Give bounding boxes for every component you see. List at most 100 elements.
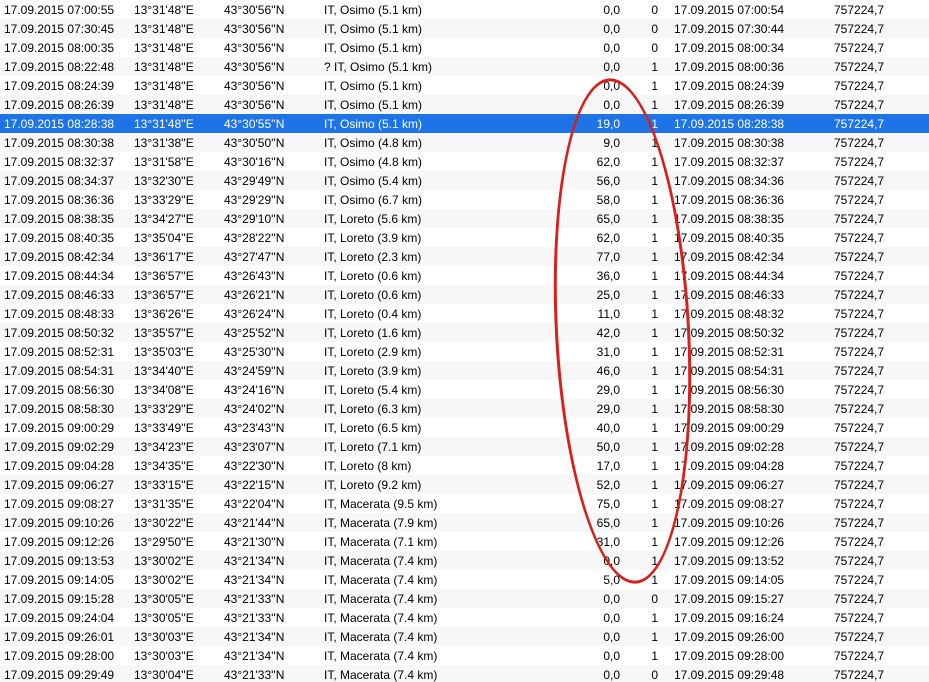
table-row[interactable]: 17.09.2015 09:00:2913°33'49''E43°23'43''… [0,418,929,437]
cell-speed: 52,0 [540,475,630,494]
cell-place: IT, Macerata (7.9 km) [320,513,540,532]
cell-place: IT, Osimo (4.8 km) [320,152,540,171]
table-row[interactable]: 17.09.2015 08:50:3213°35'57''E43°25'52''… [0,323,929,342]
cell-place: IT, Loreto (3.9 km) [320,361,540,380]
cell-place: IT, Macerata (7.4 km) [320,570,540,589]
cell-place: IT, Macerata (7.4 km) [320,589,540,608]
table-row[interactable]: 17.09.2015 08:22:4813°31'48''E43°30'56''… [0,57,929,76]
table-row[interactable]: 17.09.2015 07:00:5513°31'48''E43°30'56''… [0,0,929,19]
cell-speed: 65,0 [540,209,630,228]
table-row[interactable]: 17.09.2015 09:15:2813°30'05''E43°21'33''… [0,589,929,608]
table-row[interactable]: 17.09.2015 08:40:3513°35'04''E43°28'22''… [0,228,929,247]
cell-timestamp2: 17.09.2015 09:16:24 [670,608,830,627]
gps-log-table[interactable]: 17.09.2015 07:00:5513°31'48''E43°30'56''… [0,0,929,682]
cell-speed: 0,0 [540,608,630,627]
cell-timestamp2: 17.09.2015 09:06:27 [670,475,830,494]
table-row[interactable]: 17.09.2015 09:08:2713°31'35''E43°22'04''… [0,494,929,513]
cell-place: IT, Loreto (0.6 km) [320,266,540,285]
cell-timestamp2: 17.09.2015 09:12:26 [670,532,830,551]
cell-odometer: 757224,7 [830,627,929,646]
cell-timestamp: 17.09.2015 09:06:27 [0,475,130,494]
cell-timestamp: 17.09.2015 08:58:30 [0,399,130,418]
cell-flag: 1 [630,361,670,380]
cell-longitude: 13°31'48''E [130,19,220,38]
table-row[interactable]: 17.09.2015 08:38:3513°34'27''E43°29'10''… [0,209,929,228]
table-row[interactable]: 17.09.2015 08:42:3413°36'17''E43°27'47''… [0,247,929,266]
table-row[interactable]: 17.09.2015 08:28:3813°31'48''E43°30'55''… [0,114,929,133]
cell-longitude: 13°31'48''E [130,38,220,57]
cell-place: IT, Loreto (3.9 km) [320,228,540,247]
cell-odometer: 757224,7 [830,285,929,304]
table-row[interactable]: 17.09.2015 09:06:2713°33'15''E43°22'15''… [0,475,929,494]
cell-speed: 42,0 [540,323,630,342]
table-row[interactable]: 17.09.2015 08:56:3013°34'08''E43°24'16''… [0,380,929,399]
cell-timestamp2: 17.09.2015 08:00:36 [670,57,830,76]
cell-longitude: 13°31'35''E [130,494,220,513]
table-row[interactable]: 17.09.2015 09:14:0513°30'02''E43°21'34''… [0,570,929,589]
cell-flag: 1 [630,646,670,665]
table-row[interactable]: 17.09.2015 08:32:3713°31'58''E43°30'16''… [0,152,929,171]
cell-odometer: 757224,7 [830,133,929,152]
table-row[interactable]: 17.09.2015 09:10:2613°30'22''E43°21'44''… [0,513,929,532]
cell-longitude: 13°31'48''E [130,0,220,19]
table-row[interactable]: 17.09.2015 08:44:3413°36'57''E43°26'43''… [0,266,929,285]
cell-longitude: 13°36'57''E [130,285,220,304]
cell-flag: 1 [630,247,670,266]
cell-longitude: 13°30'03''E [130,646,220,665]
cell-place: IT, Osimo (5.4 km) [320,171,540,190]
table-row[interactable]: 17.09.2015 08:26:3913°31'48''E43°30'56''… [0,95,929,114]
table-row[interactable]: 17.09.2015 09:28:0013°30'03''E43°21'34''… [0,646,929,665]
cell-timestamp2: 17.09.2015 08:46:33 [670,285,830,304]
table-row[interactable]: 17.09.2015 08:46:3313°36'57''E43°26'21''… [0,285,929,304]
table-row[interactable]: 17.09.2015 09:26:0113°30'03''E43°21'34''… [0,627,929,646]
table-row[interactable]: 17.09.2015 08:24:3913°31'48''E43°30'56''… [0,76,929,95]
cell-timestamp2: 17.09.2015 09:04:28 [670,456,830,475]
cell-timestamp: 17.09.2015 08:44:34 [0,266,130,285]
cell-timestamp2: 17.09.2015 08:00:34 [670,38,830,57]
cell-place: IT, Osimo (5.1 km) [320,76,540,95]
cell-flag: 0 [630,665,670,682]
table-row[interactable]: 17.09.2015 09:12:2613°29'50''E43°21'30''… [0,532,929,551]
cell-timestamp2: 17.09.2015 07:30:44 [670,19,830,38]
cell-odometer: 757224,7 [830,76,929,95]
table-row[interactable]: 17.09.2015 08:34:3713°32'30''E43°29'49''… [0,171,929,190]
cell-place: IT, Loreto (5.4 km) [320,380,540,399]
table-row[interactable]: 17.09.2015 08:54:3113°34'40''E43°24'59''… [0,361,929,380]
table-row[interactable]: 17.09.2015 08:48:3313°36'26''E43°26'24''… [0,304,929,323]
cell-speed: 0,0 [540,76,630,95]
cell-flag: 1 [630,399,670,418]
cell-speed: 50,0 [540,437,630,456]
cell-speed: 0,0 [540,19,630,38]
cell-flag: 1 [630,323,670,342]
cell-latitude: 43°29'10''N [220,209,320,228]
table-row[interactable]: 17.09.2015 08:52:3113°35'03''E43°25'30''… [0,342,929,361]
cell-timestamp: 17.09.2015 08:50:32 [0,323,130,342]
cell-latitude: 43°21'33''N [220,608,320,627]
cell-odometer: 757224,7 [830,114,929,133]
table-row[interactable]: 17.09.2015 08:00:3513°31'48''E43°30'56''… [0,38,929,57]
table-row[interactable]: 17.09.2015 08:58:3013°33'29''E43°24'02''… [0,399,929,418]
cell-longitude: 13°35'04''E [130,228,220,247]
table-row[interactable]: 17.09.2015 09:02:2913°34'23''E43°23'07''… [0,437,929,456]
cell-timestamp2: 17.09.2015 08:54:31 [670,361,830,380]
cell-flag: 1 [630,418,670,437]
table-row[interactable]: 17.09.2015 09:13:5313°30'02''E43°21'34''… [0,551,929,570]
table-row[interactable]: 17.09.2015 08:30:3813°31'38''E43°30'50''… [0,133,929,152]
cell-odometer: 757224,7 [830,0,929,19]
cell-latitude: 43°27'47''N [220,247,320,266]
table-row[interactable]: 17.09.2015 09:24:0413°30'05''E43°21'33''… [0,608,929,627]
cell-flag: 1 [630,190,670,209]
cell-timestamp2: 17.09.2015 09:00:29 [670,418,830,437]
table-row[interactable]: 17.09.2015 09:04:2813°34'35''E43°22'30''… [0,456,929,475]
cell-place: IT, Loreto (7.1 km) [320,437,540,456]
table-row[interactable]: 17.09.2015 07:30:4513°31'48''E43°30'56''… [0,19,929,38]
table-row[interactable]: 17.09.2015 08:36:3613°33'29''E43°29'29''… [0,190,929,209]
table-row[interactable]: 17.09.2015 09:29:4913°30'04''E43°21'33''… [0,665,929,682]
cell-timestamp2: 17.09.2015 08:56:30 [670,380,830,399]
cell-odometer: 757224,7 [830,190,929,209]
cell-odometer: 757224,7 [830,399,929,418]
cell-timestamp: 17.09.2015 09:13:53 [0,551,130,570]
cell-longitude: 13°33'29''E [130,190,220,209]
cell-timestamp2: 17.09.2015 08:44:34 [670,266,830,285]
cell-latitude: 43°22'30''N [220,456,320,475]
